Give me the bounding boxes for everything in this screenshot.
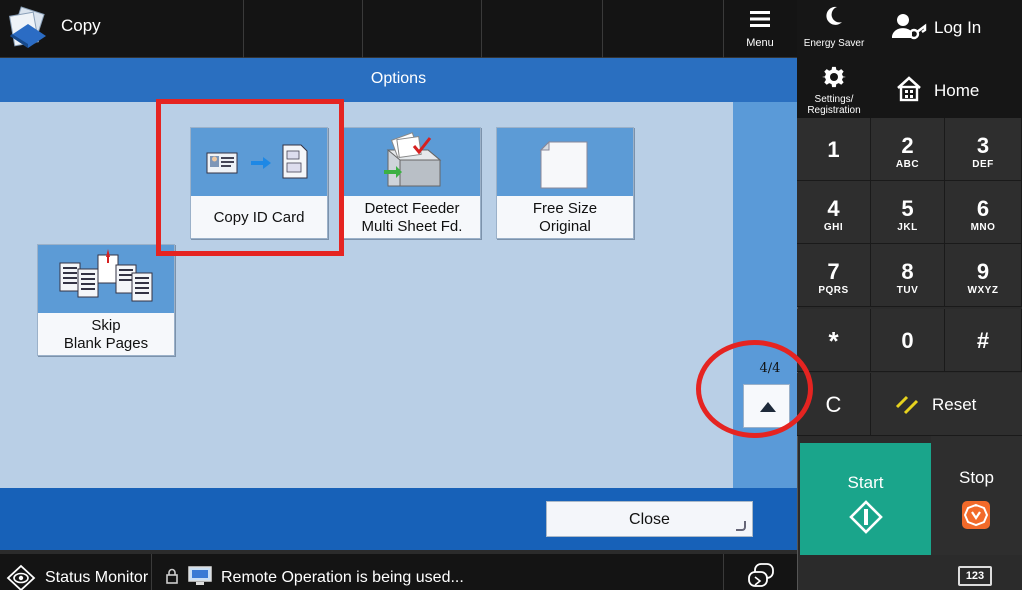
- energy-saver-button[interactable]: Energy Saver: [797, 0, 871, 58]
- tile-label: Free Size Original: [532, 200, 598, 235]
- tile-label: Skip Blank Pages: [63, 317, 149, 352]
- free-size-original-button[interactable]: Free Size Original: [496, 127, 634, 239]
- home-label: Home: [934, 81, 980, 100]
- reset-button[interactable]: Reset: [871, 373, 1022, 436]
- tile-art: [497, 128, 633, 196]
- key-3[interactable]: 3 DEF: [945, 118, 1022, 181]
- status-monitor-button[interactable]: Status Monitor: [0, 554, 152, 590]
- key-label: 7: [827, 259, 840, 284]
- key-letters: WXYZ: [967, 285, 999, 296]
- menu-label: Menu: [746, 37, 774, 49]
- remote-operation-icon: [748, 563, 774, 587]
- tile-art: [344, 128, 480, 196]
- free-size-original-icon: [539, 140, 588, 189]
- key-asterisk[interactable]: *: [797, 309, 871, 372]
- key-4[interactable]: 4 GHI: [797, 181, 871, 244]
- start-label: Start: [847, 473, 884, 492]
- hamburger-menu-icon: [750, 11, 770, 27]
- stop-button[interactable]: Stop: [931, 436, 1022, 555]
- gear-icon: [822, 66, 846, 88]
- menu-button[interactable]: Menu: [723, 0, 797, 58]
- home-icon: [897, 76, 921, 102]
- key-0[interactable]: 0: [871, 309, 945, 372]
- key-label: 3: [976, 133, 990, 158]
- moon-icon: [826, 6, 842, 25]
- energy-saver-label: Energy Saver: [803, 38, 865, 49]
- key-9[interactable]: 9 WXYZ: [945, 244, 1022, 307]
- copy-app-icon: [8, 6, 46, 48]
- key-label: *: [828, 326, 839, 356]
- key-2[interactable]: 2 ABC: [871, 118, 945, 181]
- key-letters: DEF: [972, 159, 994, 170]
- key-label: 2: [901, 133, 914, 158]
- key-5[interactable]: 5 JKL: [871, 181, 945, 244]
- key-letters: JKL: [897, 222, 918, 233]
- settings-registration-label: Settings/ Registration: [807, 94, 861, 116]
- key-label: 9: [976, 259, 990, 284]
- tile-art: [38, 245, 174, 313]
- key-letters: PQRS: [818, 285, 849, 296]
- stop-label: Stop: [959, 468, 994, 487]
- key-1[interactable]: 1: [797, 118, 871, 181]
- status-monitor-icon: [6, 564, 36, 590]
- monitor-icon: [188, 566, 212, 585]
- reset-slash-icon: [895, 395, 919, 415]
- divider: [243, 0, 244, 58]
- divider: [362, 0, 363, 58]
- remote-operation-button[interactable]: [723, 554, 797, 590]
- key-label: 6: [976, 196, 990, 221]
- home-button[interactable]: Home: [871, 58, 1022, 118]
- divider: [602, 0, 603, 58]
- app-title: Copy: [61, 16, 101, 35]
- key-letters: TUV: [896, 285, 919, 296]
- key-label: 5: [901, 196, 914, 221]
- annotation-highlight-circle: [696, 340, 813, 438]
- key-label: 8: [901, 259, 914, 284]
- top-bar: [0, 0, 797, 58]
- key-letters: GHI: [823, 222, 844, 233]
- start-button[interactable]: Start: [800, 443, 931, 555]
- key-7[interactable]: 7 PQRS: [797, 244, 871, 307]
- reset-label: Reset: [932, 395, 977, 414]
- key-label: 4: [827, 196, 840, 221]
- options-header: Options: [0, 58, 797, 102]
- key-8[interactable]: 8 TUV: [871, 244, 945, 307]
- key-letters: ABC: [895, 159, 920, 170]
- user-key-icon: [891, 14, 927, 40]
- start-diamond-icon: [849, 500, 883, 534]
- detect-feeder-multi-sheet-button[interactable]: Detect Feeder Multi Sheet Fd.: [343, 127, 481, 239]
- numeric-keypad-toggle[interactable]: 123: [958, 566, 992, 586]
- annotation-highlight-rectangle: [156, 99, 344, 256]
- close-button[interactable]: Close: [546, 501, 753, 537]
- skip-blank-pages-button[interactable]: Skip Blank Pages: [37, 244, 175, 356]
- corner-arrow-icon: [736, 521, 746, 531]
- status-monitor-label: Status Monitor: [45, 569, 149, 586]
- remote-operation-message: Remote Operation is being used...: [221, 569, 464, 586]
- key-letters: MNO: [970, 222, 996, 233]
- log-in-button[interactable]: Log In: [871, 0, 1022, 58]
- divider: [481, 0, 482, 58]
- options-title: Options: [370, 70, 427, 87]
- key-label: 0: [901, 328, 914, 353]
- close-label: Close: [629, 511, 670, 528]
- key-6[interactable]: 6 MNO: [945, 181, 1022, 244]
- stop-icon: [962, 501, 990, 529]
- lock-icon: [166, 568, 178, 584]
- key-label: 1: [827, 137, 840, 162]
- key-label: #: [976, 328, 990, 353]
- key-hash[interactable]: #: [945, 309, 1022, 372]
- tile-label: Detect Feeder Multi Sheet Fd.: [361, 200, 463, 235]
- settings-registration-button[interactable]: Settings/ Registration: [797, 58, 871, 118]
- detect-feeder-icon: [384, 132, 442, 187]
- log-in-label: Log In: [934, 18, 982, 37]
